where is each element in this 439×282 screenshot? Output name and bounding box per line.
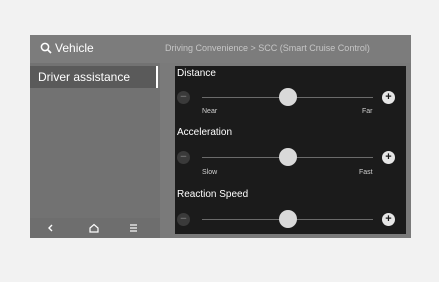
- sidebar-item-label: Driver assistance: [38, 70, 131, 84]
- reaction-speed-minus-button[interactable]: −: [177, 213, 190, 226]
- back-icon: [48, 224, 53, 232]
- search-icon[interactable]: [40, 42, 52, 54]
- top-bar: Vehicle Driving Convenience > SCC (Smart…: [30, 35, 411, 63]
- search-label[interactable]: Vehicle: [55, 41, 94, 55]
- distance-min-label: Near: [202, 108, 218, 115]
- reaction-speed-plus-button[interactable]: +: [382, 213, 395, 226]
- reaction-speed-slider-knob[interactable]: [278, 210, 297, 228]
- acceleration-plus-button[interactable]: +: [382, 151, 395, 164]
- sidebar-item-driver-assistance[interactable]: Driver assistance: [30, 66, 158, 88]
- bottom-nav: [30, 218, 160, 238]
- infotainment-screen: Vehicle Driving Convenience > SCC (Smart…: [30, 35, 411, 238]
- acceleration-title: Acceleration: [177, 127, 233, 138]
- acceleration-min-label: Slow: [202, 169, 218, 176]
- acceleration-max-label: Fast: [359, 169, 373, 176]
- reaction-speed-title: Reaction Speed: [177, 189, 249, 200]
- breadcrumb: Driving Convenience > SCC (Smart Cruise …: [165, 43, 370, 53]
- scc-settings-panel: Distance − + Near Far Acceleration − + S…: [175, 66, 406, 234]
- menu-button[interactable]: [114, 218, 154, 238]
- home-icon: [89, 223, 99, 233]
- acceleration-minus-button[interactable]: −: [177, 151, 190, 164]
- acceleration-slider-knob[interactable]: [278, 148, 297, 166]
- home-button[interactable]: [74, 218, 114, 238]
- distance-plus-button[interactable]: +: [382, 91, 395, 104]
- distance-title: Distance: [177, 68, 216, 79]
- sidebar: Driver assistance: [30, 63, 160, 238]
- distance-max-label: Far: [362, 108, 373, 115]
- distance-minus-button[interactable]: −: [177, 91, 190, 104]
- back-button[interactable]: [35, 218, 75, 238]
- distance-slider-knob[interactable]: [278, 88, 297, 106]
- menu-icon: [130, 224, 137, 232]
